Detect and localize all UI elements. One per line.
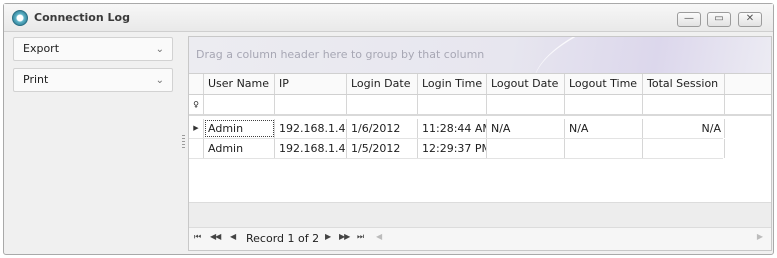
last-record-icon[interactable]: ⏭ [357,232,364,242]
column-header-total-session[interactable]: Total Session [643,74,725,94]
cell-user-name[interactable]: Admin [204,119,275,138]
group-panel-hint: Drag a column header here to group by th… [196,48,485,61]
cell-ip[interactable]: 192.168.1.41 [275,139,347,158]
decorative-swoosh [522,37,771,73]
cell-ip[interactable]: 192.168.1.41 [275,119,347,138]
column-header-row: User Name IP Login Date Login Time Logou… [189,73,771,95]
connection-log-grid: Drag a column header here to group by th… [188,36,772,251]
filter-cell-logout-date[interactable] [487,95,565,114]
column-header-logout-date[interactable]: Logout Date [487,74,565,94]
cell-login-time[interactable]: 12:29:37 PM [418,139,487,158]
table-row[interactable]: Admin 192.168.1.41 1/5/2012 12:29:37 PM [189,139,725,159]
row-focus-indicator-icon: ▶ [189,119,204,138]
group-by-panel[interactable]: Drag a column header here to group by th… [189,37,771,73]
filter-cell-logout-time[interactable] [565,95,643,114]
cell-login-time[interactable]: 11:28:44 AM [418,119,487,138]
app-icon [12,10,28,26]
minimize-button[interactable]: — [677,12,701,27]
filter-cell-ip[interactable] [275,95,347,114]
row-indicator-cell [189,139,204,158]
grid-footer [189,202,771,227]
scroll-right-icon[interactable]: ▶ [757,232,763,241]
next-record-icon[interactable]: ▶ [325,232,331,241]
print-button[interactable]: Print ⌄ [13,68,173,92]
cell-logout-date[interactable]: N/A [487,119,565,138]
left-panel: Export ⌄ Print ⌄ [13,37,177,247]
connection-log-window: Connection Log — ▭ ✕ Export ⌄ Print ⌄ Dr… [3,3,774,255]
maximize-button[interactable]: ▭ [707,12,731,27]
filter-icon: ♀ [189,95,204,114]
cell-logout-time[interactable]: N/A [565,119,643,138]
auto-filter-row: ♀ [189,95,771,116]
column-header-login-date[interactable]: Login Date [347,74,418,94]
column-header-logout-time[interactable]: Logout Time [565,74,643,94]
cell-total-session[interactable] [643,139,725,158]
cell-login-date[interactable]: 1/6/2012 [347,119,418,138]
record-position-text: Record 1 of 2 [246,232,320,245]
table-row[interactable]: ▶ Admin 192.168.1.41 1/6/2012 11:28:44 A… [189,119,725,139]
print-label: Print [23,73,49,86]
previous-page-icon[interactable]: ◀◀ [210,232,221,241]
column-header-login-time[interactable]: Login Time [418,74,487,94]
column-header-ip[interactable]: IP [275,74,347,94]
close-button[interactable]: ✕ [738,12,762,27]
chevron-down-icon: ⌄ [155,75,164,86]
record-navigator: ⏮ ◀◀ ◀ Record 1 of 2 ▶ ▶▶ ⏭ ◀ ▶ [189,227,771,250]
filter-cell-login-date[interactable] [347,95,418,114]
filter-cell-login-time[interactable] [418,95,487,114]
export-label: Export [23,42,60,55]
export-button[interactable]: Export ⌄ [13,37,173,61]
cell-total-session[interactable]: N/A [643,119,725,138]
header-indicator-cell [189,74,204,94]
cell-logout-date[interactable] [487,139,565,158]
next-page-icon[interactable]: ▶▶ [339,232,350,241]
filter-cell-total-session[interactable] [643,95,725,114]
title-bar: Connection Log — ▭ ✕ [4,4,773,32]
filter-cell-user-name[interactable] [204,95,275,114]
cell-logout-time[interactable] [565,139,643,158]
window-title: Connection Log [34,11,130,24]
cell-login-date[interactable]: 1/5/2012 [347,139,418,158]
column-header-user-name[interactable]: User Name [204,74,275,94]
first-record-icon[interactable]: ⏮ [194,232,201,242]
previous-record-icon[interactable]: ◀ [230,232,236,241]
cell-user-name[interactable]: Admin [204,139,275,158]
chevron-down-icon: ⌄ [155,44,164,55]
scroll-left-icon[interactable]: ◀ [376,232,382,241]
splitter-handle[interactable] [182,135,185,149]
column-header-blank [725,74,773,94]
